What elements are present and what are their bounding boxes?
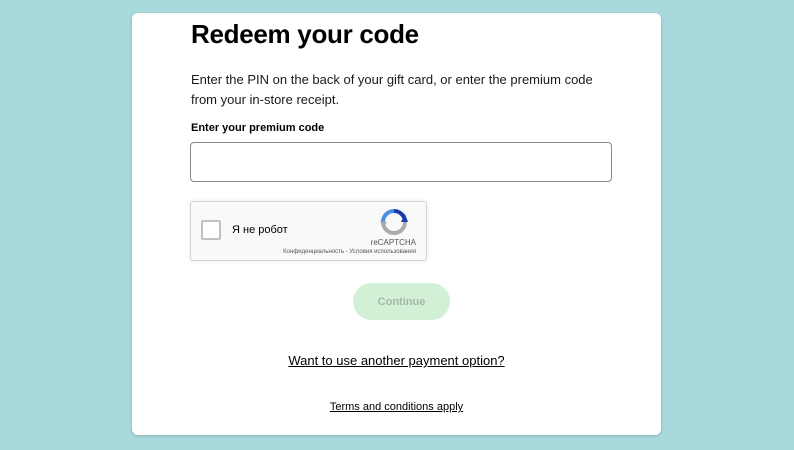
recaptcha-checkbox-label: Я не робот (232, 224, 288, 236)
recaptcha-links: Конфиденциальность - Условия использован… (283, 249, 416, 255)
alt-payment-link[interactable]: Want to use another payment option? (288, 353, 504, 368)
recaptcha-checkbox[interactable] (201, 220, 221, 240)
recaptcha-privacy-link[interactable]: Конфиденциальность (283, 249, 344, 255)
page-description: Enter the PIN on the back of your gift c… (191, 72, 593, 107)
premium-code-input[interactable] (190, 142, 612, 182)
code-field-label: Enter your premium code (191, 122, 325, 134)
page-title: Redeem your code (191, 19, 419, 49)
redeem-card: Redeem your code Enter the PIN on the ba… (132, 13, 661, 435)
alt-payment-link-row: Want to use another payment option? (132, 353, 661, 368)
terms-link-row: Terms and conditions apply (132, 401, 661, 413)
terms-link[interactable]: Terms and conditions apply (330, 401, 463, 413)
recaptcha-terms-link[interactable]: Условия использования (349, 249, 416, 255)
continue-button[interactable]: Continue (353, 283, 450, 320)
recaptcha-separator: - (345, 249, 348, 255)
recaptcha-brand: reCAPTCHA (370, 238, 416, 247)
recaptcha-logo-icon (380, 209, 408, 235)
recaptcha-widget: Я не робот reCAPTCHA Конфиденциальность … (190, 201, 427, 261)
